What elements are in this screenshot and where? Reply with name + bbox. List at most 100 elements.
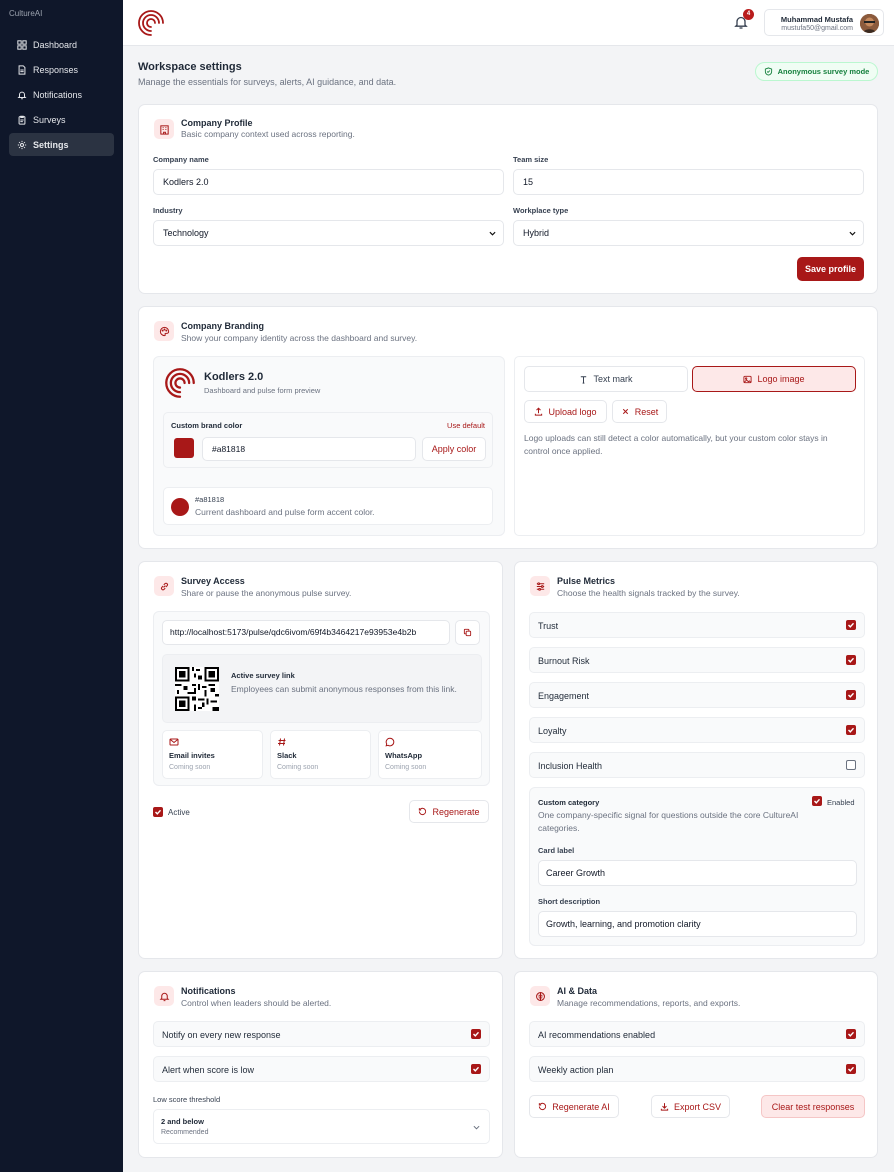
hash-icon — [278, 738, 286, 746]
export-csv-button[interactable]: Export CSV — [651, 1095, 730, 1118]
copy-icon — [463, 628, 472, 637]
survey-access-card: Survey Access Share or pause the anonymo… — [138, 561, 503, 959]
regenerate-ai-button[interactable]: Regenerate AI — [529, 1095, 619, 1118]
accent-color-dot — [171, 498, 189, 516]
brand-preview-panel: Kodlers 2.0 Dashboard and pulse form pre… — [153, 356, 505, 536]
sidebar-brand: CultureAI — [9, 9, 43, 18]
metric-checkbox[interactable] — [846, 690, 856, 700]
grid-icon — [17, 39, 27, 50]
sidebar-item-label: Responses — [33, 64, 79, 75]
short-description-input[interactable]: Growth, learning, and promotion clarity — [538, 911, 857, 937]
ai-recommendations-checkbox[interactable] — [846, 1029, 856, 1039]
logo-upload-note: Logo uploads can still detect a color au… — [524, 433, 828, 456]
brand-color-swatch[interactable] — [174, 438, 194, 458]
card-subtitle: Choose the health signals tracked by the… — [557, 588, 740, 598]
sidebar: CultureAI Dashboard Responses Notificati… — [0, 0, 123, 1172]
regenerate-link-button[interactable]: Regenerate — [409, 800, 489, 823]
user-menu[interactable]: Muhammad Mustafa mustufa50@gmail.com — [764, 9, 884, 36]
save-profile-button[interactable]: Save profile — [797, 257, 864, 281]
metric-checkbox[interactable] — [846, 725, 856, 735]
threshold-select[interactable]: 2 and below Recommended — [153, 1109, 490, 1144]
use-default-link[interactable]: Use default — [447, 421, 485, 430]
card-title: Company Profile — [181, 118, 253, 128]
industry-label: Industry — [153, 206, 183, 215]
industry-select[interactable]: Technology — [153, 220, 504, 246]
active-link-title: Active survey link — [231, 671, 295, 680]
brand-preview-name: Kodlers 2.0 — [204, 371, 264, 383]
notify-new-response-checkbox[interactable] — [471, 1029, 481, 1039]
workplace-type-select[interactable]: Hybrid — [513, 220, 864, 246]
close-icon — [622, 408, 628, 415]
sidebar-item-label: Settings — [33, 139, 69, 150]
channel-name: Email invites — [169, 751, 215, 760]
channel-name: Slack — [277, 751, 297, 760]
clear-test-responses-button[interactable]: Clear test responses — [761, 1095, 865, 1118]
logo-image-button[interactable]: Logo image — [692, 366, 856, 392]
chevron-down-icon — [473, 1125, 480, 1130]
apply-color-button[interactable]: Apply color — [422, 437, 486, 461]
chat-icon — [385, 737, 395, 747]
chevron-down-icon — [849, 231, 856, 236]
active-checkbox[interactable] — [153, 807, 163, 817]
brand-logo[interactable] — [137, 9, 165, 37]
sidebar-item-surveys[interactable]: Surveys — [9, 108, 114, 131]
user-name: Muhammad Mustafa — [780, 15, 853, 24]
alert-low-score-checkbox[interactable] — [471, 1064, 481, 1074]
active-label: Active — [168, 808, 190, 817]
qr-code[interactable] — [175, 667, 219, 711]
shield-check-icon — [764, 67, 772, 76]
channel-status: Coming soon — [277, 764, 319, 771]
metric-checkbox[interactable] — [846, 655, 856, 665]
card-title: Survey Access — [181, 576, 245, 586]
survey-link-panel: http://localhost:5173/pulse/qdc6ivom/69f… — [153, 611, 490, 786]
company-name-input[interactable]: Kodlers 2.0 — [153, 169, 504, 195]
upload-logo-button[interactable]: Upload logo — [524, 400, 607, 423]
card-subtitle: Show your company identity across the da… — [181, 333, 418, 343]
metric-checkbox[interactable] — [846, 760, 856, 770]
custom-enabled-checkbox[interactable] — [812, 796, 822, 806]
metric-label: Engagement — [538, 691, 590, 701]
metric-row-engagement[interactable]: Engagement — [529, 682, 865, 708]
sidebar-item-dashboard[interactable]: Dashboard — [9, 33, 114, 56]
survey-link-input[interactable]: http://localhost:5173/pulse/qdc6ivom/69f… — [162, 620, 450, 645]
alert-low-score-row[interactable]: Alert when score is low — [153, 1056, 490, 1082]
weekly-action-plan-checkbox[interactable] — [846, 1064, 856, 1074]
bell-icon — [17, 91, 27, 99]
pulse-metrics-card: Pulse Metrics Choose the health signals … — [514, 561, 878, 959]
ai-data-card: AI & Data Manage recommendations, report… — [514, 971, 878, 1158]
metric-row-trust[interactable]: Trust — [529, 612, 865, 638]
ai-recommendations-row[interactable]: AI recommendations enabled — [529, 1021, 865, 1047]
brand-color-input[interactable]: #a81818 — [202, 437, 416, 461]
sidebar-item-responses[interactable]: Responses — [9, 58, 114, 81]
logo-image-label: Logo image — [757, 374, 805, 384]
active-link-panel: Active survey link Employees can submit … — [162, 654, 482, 723]
text-mark-button[interactable]: Text mark — [524, 366, 688, 392]
brand-color-panel: Custom brand color Use default #a81818 A… — [163, 412, 493, 468]
sidebar-item-label: Dashboard — [33, 39, 78, 50]
copy-link-button[interactable] — [455, 620, 480, 645]
sidebar-item-settings[interactable]: Settings — [9, 133, 114, 156]
metric-row-loyalty[interactable]: Loyalty — [529, 717, 865, 743]
weekly-action-plan-row[interactable]: Weekly action plan — [529, 1056, 865, 1082]
accent-color-description: Current dashboard and pulse form accent … — [195, 507, 375, 517]
channel-slack[interactable]: Slack Coming soon — [270, 730, 371, 779]
notify-new-response-row[interactable]: Notify on every new response — [153, 1021, 490, 1047]
clipboard-icon — [18, 115, 26, 125]
custom-category-description: One company-specific signal for question… — [538, 810, 799, 833]
channel-email[interactable]: Email invites Coming soon — [162, 730, 263, 779]
reset-logo-button[interactable]: Reset — [612, 400, 667, 423]
team-size-input[interactable]: 15 — [513, 169, 864, 195]
setting-label: Alert when score is low — [162, 1065, 255, 1075]
metric-row-inclusion-health[interactable]: Inclusion Health — [529, 752, 865, 778]
card-label-input[interactable]: Career Growth — [538, 860, 857, 886]
palette-icon — [154, 321, 174, 341]
team-size-label: Team size — [513, 155, 549, 164]
bell-icon — [154, 986, 174, 1006]
sidebar-item-notifications[interactable]: Notifications — [9, 83, 114, 106]
channel-whatsapp[interactable]: WhatsApp Coming soon — [378, 730, 482, 779]
brand-logo-preview — [165, 368, 195, 398]
metric-label: Inclusion Health — [538, 761, 603, 771]
metric-label: Burnout Risk — [538, 656, 590, 666]
metric-checkbox[interactable] — [846, 620, 856, 630]
metric-row-burnout-risk[interactable]: Burnout Risk — [529, 647, 865, 673]
